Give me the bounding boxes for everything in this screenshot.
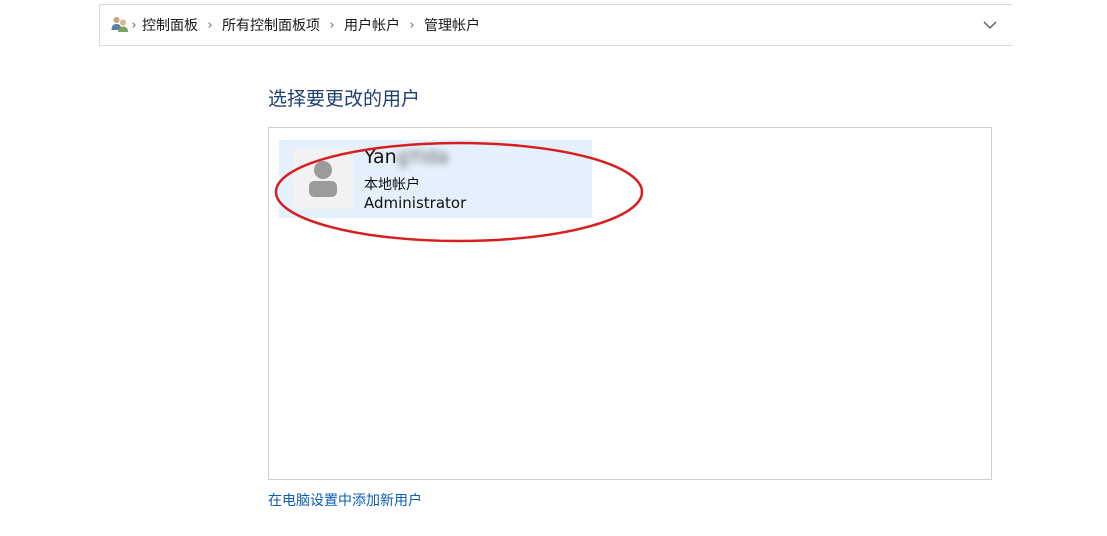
breadcrumb-separator[interactable]: › — [400, 18, 424, 33]
account-role: Administrator — [364, 194, 467, 212]
account-type: 本地帐户 — [364, 177, 420, 193]
user-name: YangYida — [364, 146, 449, 168]
breadcrumb-all-control-panel-items[interactable]: 所有控制面板项 — [222, 15, 320, 35]
breadcrumb-user-accounts[interactable]: 用户帐户 — [344, 15, 400, 35]
address-bar[interactable]: › 控制面板 › 所有控制面板项 › 用户帐户 › 管理帐户 — [99, 4, 1012, 46]
user-name-obscured: gYida — [396, 146, 449, 168]
page-title: 选择要更改的用户 — [268, 88, 421, 110]
breadcrumb-separator[interactable]: › — [198, 18, 222, 33]
chevron-down-icon[interactable] — [982, 17, 998, 33]
breadcrumb-control-panel[interactable]: 控制面板 — [142, 15, 198, 35]
breadcrumb-separator[interactable]: › — [320, 18, 344, 33]
breadcrumb-separator[interactable]: › — [126, 18, 142, 33]
add-new-user-link[interactable]: 在电脑设置中添加新用户 — [268, 490, 422, 510]
breadcrumb-manage-accounts[interactable]: 管理帐户 — [424, 15, 480, 35]
user-account-tile[interactable]: YangYida 本地帐户 Administrator — [279, 140, 592, 218]
user-avatar-icon — [293, 149, 353, 209]
breadcrumb: › 控制面板 › 所有控制面板项 › 用户帐户 › 管理帐户 — [131, 5, 480, 45]
